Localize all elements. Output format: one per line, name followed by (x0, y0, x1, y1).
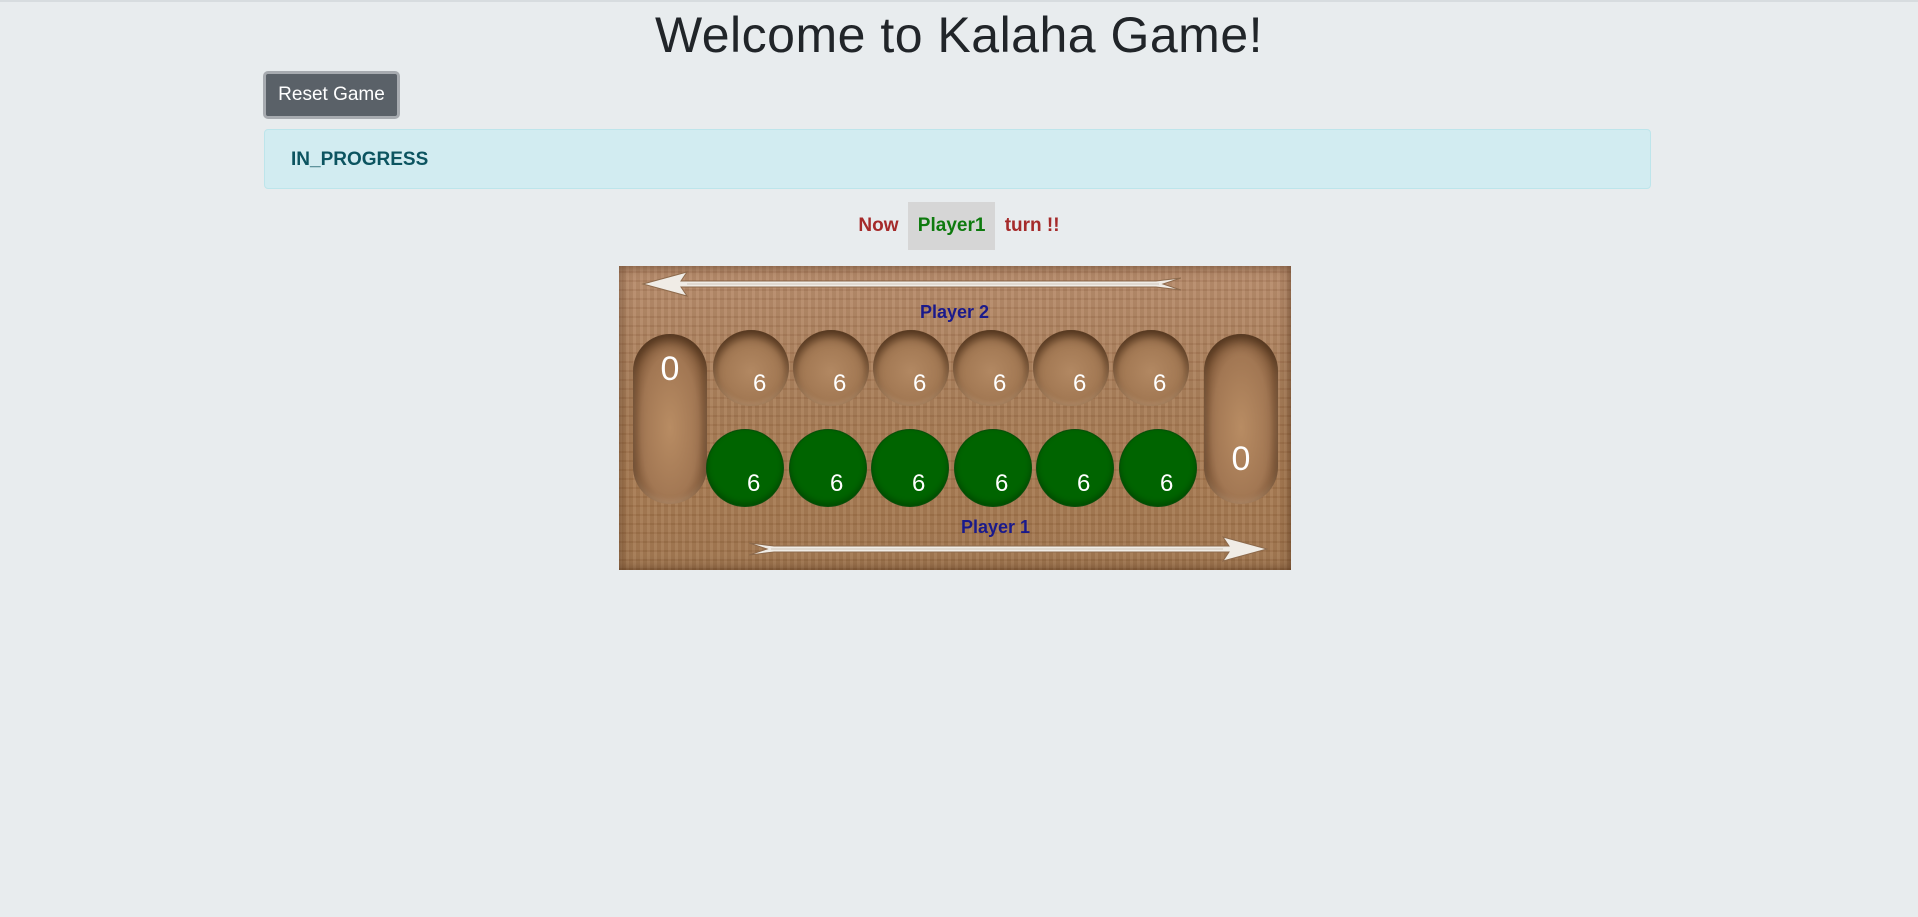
pit-stone-count: 6 (1077, 470, 1091, 497)
player2-pit: 6 (1113, 330, 1189, 406)
player1-pit[interactable]: 6 (1120, 430, 1196, 506)
pit-stone-count: 6 (995, 470, 1009, 497)
current-player: Player1 (907, 202, 996, 250)
player2-store-count: 0 (660, 350, 680, 388)
pit-stone-count: 6 (1073, 370, 1087, 397)
pit-stone-count: 6 (993, 370, 1007, 397)
turn-suffix: turn !! (1004, 215, 1060, 236)
page-title: Welcome to Kalaha Game! (654, 7, 1264, 63)
player1-pit[interactable]: 6 (872, 430, 948, 506)
pit-stone-count: 6 (747, 470, 761, 497)
pit-stone-count: 6 (912, 470, 926, 497)
player2-pit: 6 (793, 330, 869, 406)
pit-stone-count: 6 (1153, 370, 1167, 397)
game-status-alert: IN_PROGRESS (264, 129, 1651, 189)
player1-pit[interactable]: 6 (1037, 430, 1113, 506)
turn-prefix: Now (858, 215, 899, 236)
game-status-text: IN_PROGRESS (291, 149, 429, 170)
top-border (0, 0, 1918, 2)
left-arrow-icon (641, 271, 1181, 297)
pit-stone-count: 6 (913, 370, 927, 397)
player2-pit: 6 (873, 330, 949, 406)
player1-pit[interactable]: 6 (955, 430, 1031, 506)
right-arrow-icon (749, 536, 1269, 562)
pit-stone-count: 6 (833, 370, 847, 397)
turn-indicator: Now Player1 turn !! (0, 202, 1918, 250)
player2-label: Player 2 (920, 302, 990, 322)
reset-game-button[interactable]: Reset Game (263, 71, 400, 119)
player1-store: 0 (1204, 334, 1278, 504)
player1-pit[interactable]: 6 (790, 430, 866, 506)
player1-store-count: 0 (1231, 440, 1251, 478)
pit-stone-count: 6 (830, 470, 844, 497)
player2-pit: 6 (953, 330, 1029, 406)
kalaha-board: Player 2 0 0 6 6 6 6 6 6 6 6 6 6 6 6 Pla… (619, 266, 1291, 570)
player2-pit: 6 (1033, 330, 1109, 406)
player2-pit: 6 (713, 330, 789, 406)
player2-store: 0 (633, 334, 707, 504)
player1-pit[interactable]: 6 (707, 430, 783, 506)
pit-stone-count: 6 (1160, 470, 1174, 497)
pit-stone-count: 6 (753, 370, 767, 397)
